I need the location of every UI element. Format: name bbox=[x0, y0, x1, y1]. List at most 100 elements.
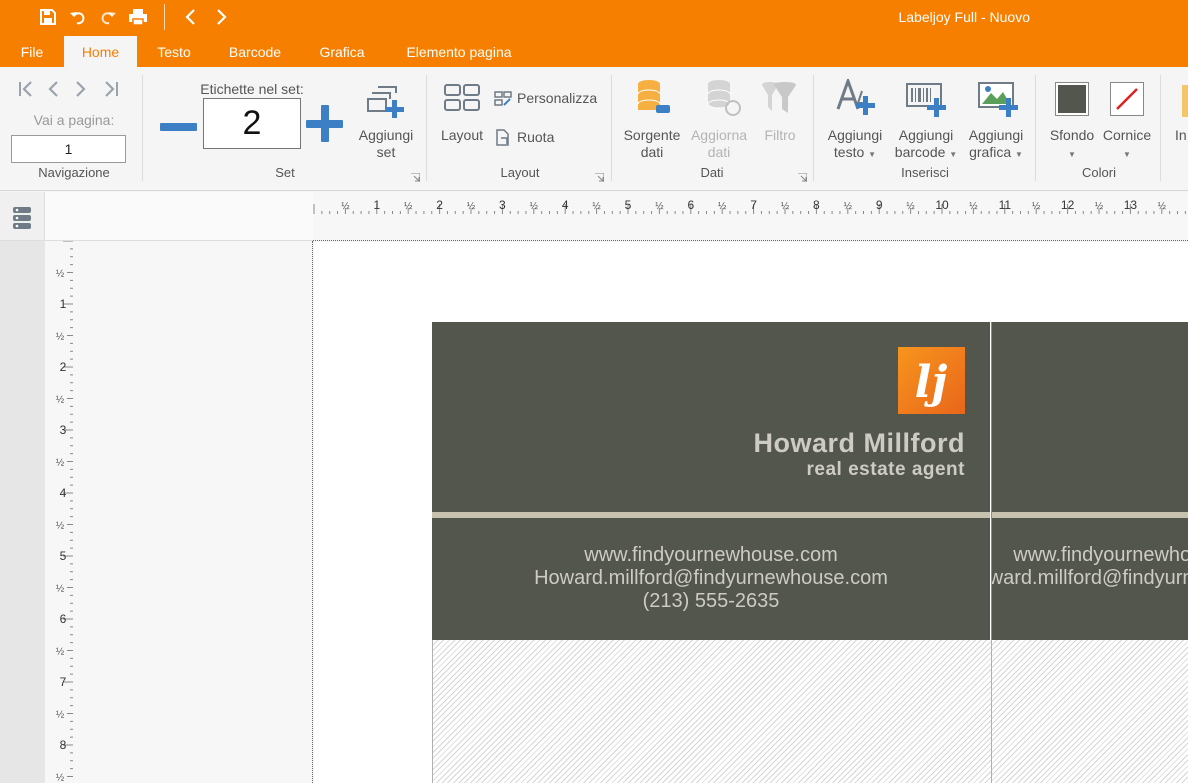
previous-page-icon[interactable] bbox=[46, 81, 60, 102]
frame-color-swatch[interactable] bbox=[1110, 82, 1144, 116]
frame-label: Cornice bbox=[1102, 127, 1152, 143]
ruler-number: 7 bbox=[750, 198, 757, 212]
ruler-number: 12 bbox=[1061, 198, 1075, 212]
set-dialog-launcher-icon[interactable] bbox=[411, 169, 421, 182]
ruler-half-mark: ½ bbox=[1032, 201, 1041, 212]
ruler-half-mark: ½ bbox=[56, 773, 65, 783]
background-color-button[interactable]: Sfondo ▼ bbox=[1042, 127, 1102, 163]
layout-button[interactable]: Layout bbox=[432, 127, 492, 144]
ruler-number: 1 bbox=[60, 297, 67, 311]
card-name-text[interactable]: Howard Millford bbox=[754, 428, 966, 459]
redo-icon[interactable] bbox=[98, 7, 118, 27]
add-graphic-label-line2: grafica bbox=[969, 144, 1012, 160]
undo-icon[interactable] bbox=[68, 7, 88, 27]
ruler-number: 8 bbox=[813, 198, 820, 212]
add-set-button[interactable]: Aggiungi set bbox=[348, 127, 424, 161]
label-canvas[interactable]: lj Howard Millford real estate agent www… bbox=[314, 242, 1188, 783]
data-source-button[interactable]: Sorgente dati bbox=[616, 127, 688, 161]
group-label-navigation: Navigazione bbox=[38, 165, 110, 180]
toolbar-separator bbox=[164, 4, 165, 30]
background-color-swatch[interactable] bbox=[1055, 82, 1089, 116]
tab-home[interactable]: Home bbox=[64, 36, 137, 67]
card-role-text[interactable]: real estate agent bbox=[807, 459, 965, 481]
plus-icon[interactable] bbox=[306, 105, 344, 148]
data-source-label-line1: Sorgente bbox=[623, 127, 681, 143]
tab-file[interactable]: File bbox=[0, 36, 64, 67]
group-separator bbox=[426, 75, 427, 181]
business-card-label[interactable]: www.findyournewhouse.com Howard.millford… bbox=[991, 322, 1188, 640]
labels-in-set-caption: Etichette nel set: bbox=[200, 81, 304, 97]
rotate-button[interactable]: Ruota bbox=[517, 129, 554, 146]
ruler-number: 4 bbox=[60, 486, 67, 500]
overflow-button[interactable]: In bbox=[1175, 127, 1188, 144]
dropdown-arrow-icon: ▼ bbox=[949, 150, 958, 159]
ruler-half-mark: ½ bbox=[56, 395, 65, 406]
horizontal-ruler: 1 2 3 4 5 6 7 8 9 10 11 12 13 ½ ½ ½ ½ ½ ½ ½ ½ ½ ½ ½ ½ ½ ½ bbox=[313, 192, 1188, 241]
side-panel bbox=[0, 241, 45, 783]
add-text-icon[interactable] bbox=[836, 76, 876, 122]
data-source-icon[interactable] bbox=[636, 79, 672, 122]
tab-testo[interactable]: Testo bbox=[146, 36, 202, 67]
dropdown-arrow-icon: ▼ bbox=[1123, 150, 1131, 159]
tab-grafica[interactable]: Grafica bbox=[308, 36, 376, 67]
next-page-icon[interactable] bbox=[74, 81, 88, 102]
add-text-label-line2: testo bbox=[833, 144, 865, 160]
minus-icon[interactable] bbox=[160, 119, 198, 137]
add-barcode-icon[interactable] bbox=[906, 81, 946, 122]
ruler-number: 8 bbox=[60, 738, 67, 752]
layout-dialog-launcher-icon[interactable] bbox=[595, 169, 605, 182]
customize-icon[interactable] bbox=[494, 91, 512, 112]
add-graphic-button[interactable]: Aggiungi grafica ▼ bbox=[960, 127, 1032, 163]
ruler-half-mark: ½ bbox=[592, 201, 601, 212]
group-label-layout: Layout bbox=[500, 165, 540, 180]
last-page-icon[interactable] bbox=[102, 81, 120, 102]
card-divider-stripe bbox=[432, 512, 990, 518]
update-data-label-line1: Aggiorna bbox=[690, 127, 748, 143]
data-dialog-launcher-icon[interactable] bbox=[798, 169, 808, 182]
print-icon[interactable] bbox=[128, 7, 148, 27]
ruler-half-mark: ½ bbox=[56, 710, 65, 721]
add-graphic-icon[interactable] bbox=[978, 81, 1018, 122]
card-email-text[interactable]: Howard.millford@findyurnewhouse.com bbox=[432, 567, 990, 590]
card-phone-text[interactable]: (213) 555-2635 bbox=[432, 590, 990, 613]
add-barcode-label-line2: barcode bbox=[894, 144, 946, 160]
layers-icon[interactable] bbox=[12, 206, 32, 235]
customize-button[interactable]: Personalizza bbox=[517, 90, 597, 107]
menu-tabs: File Home Testo Barcode Grafica Elemento… bbox=[0, 36, 1188, 67]
layout-icon[interactable] bbox=[444, 84, 480, 117]
labels-in-set-input[interactable]: 2 bbox=[203, 98, 301, 149]
rotate-icon[interactable] bbox=[494, 129, 512, 152]
group-separator bbox=[813, 75, 814, 181]
filter-button: Filtro bbox=[764, 127, 796, 143]
add-text-button[interactable]: Aggiungi testo ▼ bbox=[818, 127, 892, 163]
card-website-text[interactable]: www.findyournewhouse.com bbox=[992, 544, 1188, 567]
add-barcode-label-line1: Aggiungi bbox=[898, 127, 954, 143]
ruler-half-mark: ½ bbox=[530, 201, 539, 212]
ruler-half-mark: ½ bbox=[844, 201, 853, 212]
empty-label-slot[interactable] bbox=[991, 640, 1188, 783]
back-icon[interactable] bbox=[181, 7, 201, 27]
goto-page-label: Vai a pagina: bbox=[33, 112, 115, 128]
forward-icon[interactable] bbox=[211, 7, 231, 27]
goto-page-input[interactable]: 1 bbox=[11, 135, 126, 163]
dropdown-arrow-icon: ▼ bbox=[868, 150, 877, 159]
card-website-text[interactable]: www.findyournewhouse.com bbox=[432, 544, 990, 567]
filter-icon bbox=[760, 81, 798, 120]
first-page-icon[interactable] bbox=[17, 81, 35, 102]
frame-color-button[interactable]: Cornice ▼ bbox=[1097, 127, 1157, 163]
background-color-fill bbox=[1058, 85, 1086, 113]
add-set-label-line1: Aggiungi bbox=[358, 127, 414, 143]
ruler-number: 2 bbox=[436, 198, 443, 212]
card-email-text[interactable]: Howard.millford@findyurnewhouse.com bbox=[992, 567, 1188, 590]
add-barcode-button[interactable]: Aggiungi barcode ▼ bbox=[890, 127, 962, 163]
save-icon[interactable] bbox=[38, 7, 58, 27]
ruler-number: 10 bbox=[935, 198, 949, 212]
business-card-label[interactable]: lj Howard Millford real estate agent www… bbox=[432, 322, 990, 640]
add-set-icon[interactable] bbox=[366, 81, 408, 124]
ruler-half-mark: ½ bbox=[655, 201, 664, 212]
tab-elemento-pagina[interactable]: Elemento pagina bbox=[392, 36, 526, 67]
tab-barcode[interactable]: Barcode bbox=[216, 36, 294, 67]
empty-label-slot[interactable] bbox=[432, 640, 991, 783]
overflow-icon[interactable] bbox=[1182, 85, 1188, 117]
dropdown-arrow-icon: ▼ bbox=[1015, 150, 1023, 159]
